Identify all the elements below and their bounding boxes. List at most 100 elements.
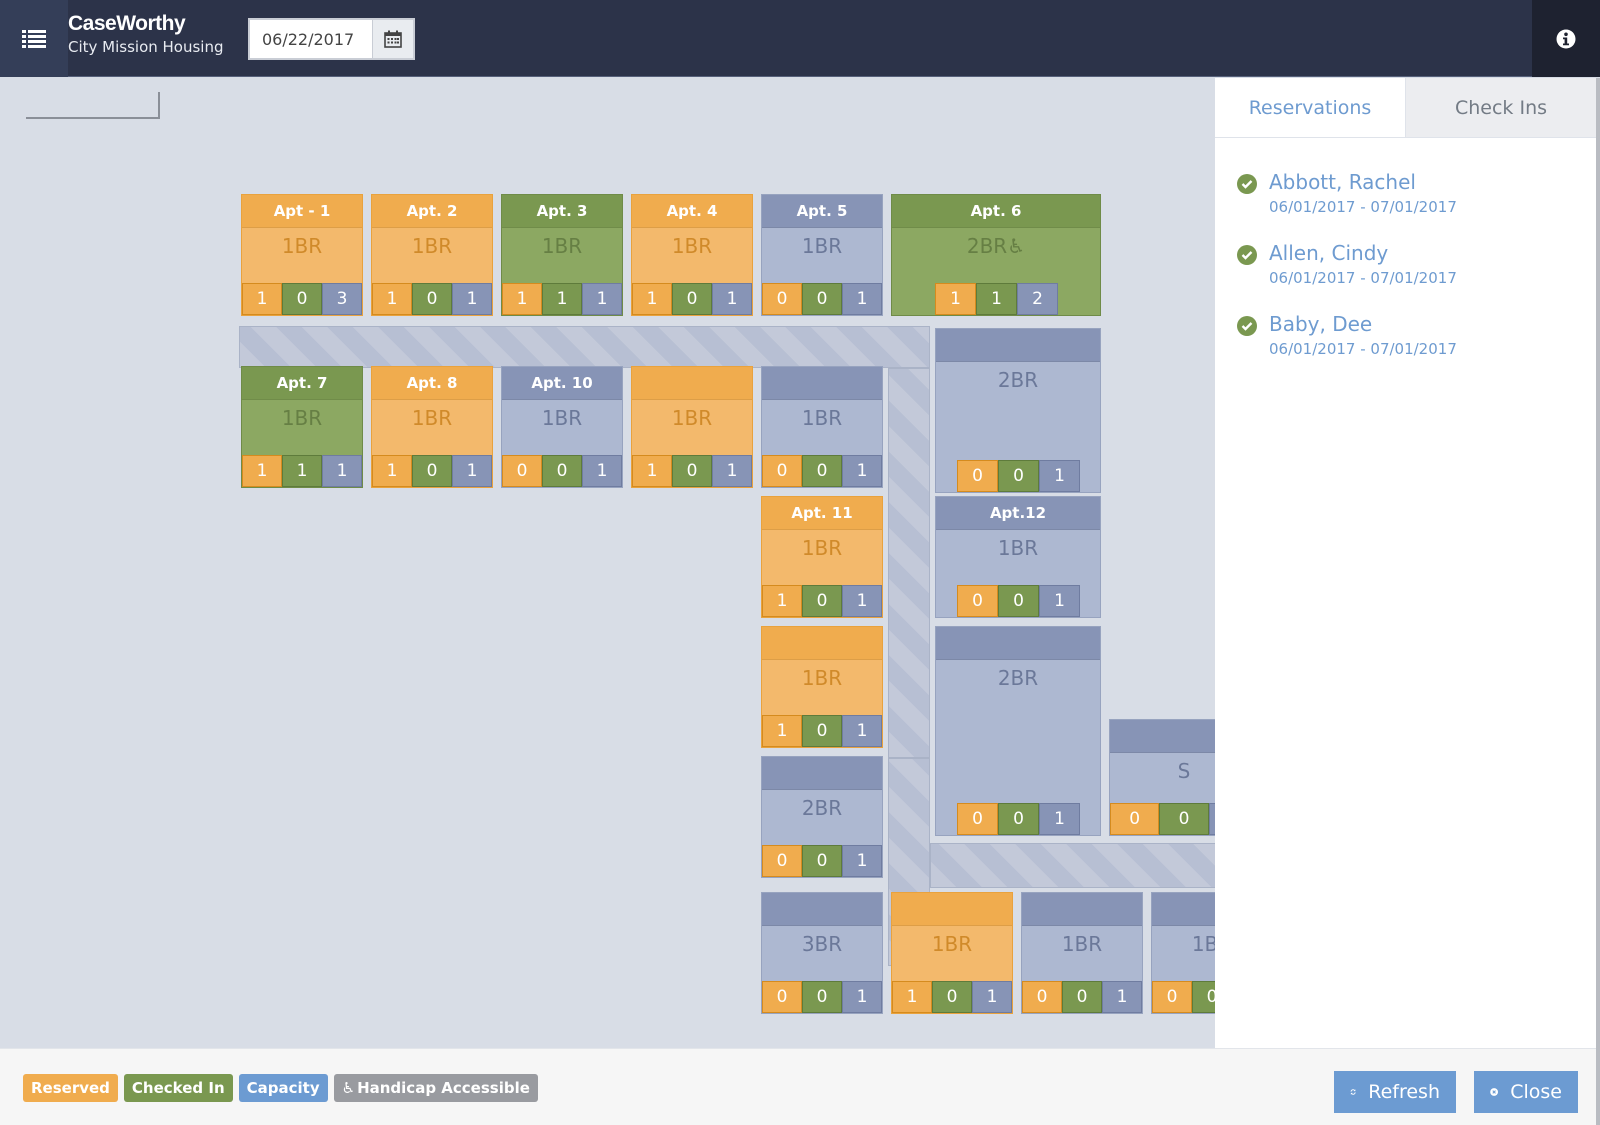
unit-type-label: 2BR [997,666,1039,690]
unit-counts: 101 [762,585,882,617]
refresh-button[interactable]: Refresh [1334,1071,1456,1113]
unit-type: 1BR [762,400,882,430]
unit-counts: 101 [762,715,882,747]
reserved-count: 1 [892,981,932,1013]
unit-counts: 111 [502,283,622,315]
capacity-count: 1 [842,981,882,1013]
unit-type-label: 1BR [801,406,843,430]
unit-card[interactable]: Apt. 8 1BR 1 0 1 [371,366,493,488]
capacity-count: 1 [582,283,622,315]
unit-label: Apt. 5 [762,195,882,228]
unit-counts: 112 [935,283,1058,315]
unit-card[interactable]: 2BR 0 0 1 [761,756,883,878]
checked-in-count: 1 [976,283,1017,315]
checked-in-count: 0 [282,283,322,315]
info-circle-icon [1556,29,1576,48]
unit-counts: 101 [372,455,492,487]
unit-type-label: 1BR [671,406,713,430]
checked-in-count: 0 [1062,981,1102,1013]
unit-type-label: 1BR [541,234,583,258]
unit-card[interactable]: Apt. 7 1BR 1 1 1 [241,366,363,488]
reservation-list: Abbott, Rachel 06/01/2017 - 07/01/2017 A… [1215,138,1596,360]
reserved-count: 0 [957,803,998,835]
unit-type: 1BR [762,660,882,690]
unit-label: Apt.12 [936,497,1100,530]
unit-type-label: 1BR [281,234,323,258]
capacity-count: 1 [712,455,752,487]
side-panel: Reservations Check Ins Abbott, Rachel 06… [1215,78,1596,1048]
unit-counts: 101 [632,455,752,487]
unit-counts: 101 [632,283,752,315]
legend-capacity: Capacity [238,1074,328,1102]
unit-card[interactable]: Apt. 10 1BR 0 0 1 [501,366,623,488]
check-circle-icon [1237,316,1257,336]
unit-card[interactable]: Apt. 3 1BR 1 1 1 [501,194,623,316]
checked-in-count: 1 [282,455,322,487]
unit-counts: 001 [762,455,882,487]
reservation-item[interactable]: Abbott, Rachel 06/01/2017 - 07/01/2017 [1237,168,1596,218]
reservation-item[interactable]: Baby, Dee 06/01/2017 - 07/01/2017 [1237,310,1596,360]
brand-title: CaseWorthy [68,12,186,35]
unit-type-label: 1BR [801,536,843,560]
scrollbar-edge[interactable] [1596,78,1600,1125]
unit-card[interactable]: Apt. 2 1BR 1 0 1 [371,194,493,316]
unit-card[interactable]: 1BR001 [1021,892,1143,1014]
unit-card[interactable]: 1BR001 [1151,892,1215,1014]
reservation-name: Abbott, Rachel [1269,170,1416,194]
unit-type: 1BR [502,400,622,430]
unit-card[interactable]: 2BR 0 0 1 [935,626,1101,836]
unit-label [936,329,1100,362]
unit-type-label: 2BR [801,796,843,820]
unit-counts: 001 [762,981,882,1013]
unit-type: 1BR [632,400,752,430]
close-button[interactable]: Close [1474,1071,1578,1113]
unit-counts: 001 [957,460,1080,492]
unit-label: Apt. 3 [502,195,622,228]
unit-card[interactable]: Apt - 1 1BR 1 0 3 [241,194,363,316]
date-input[interactable] [250,20,372,58]
info-button[interactable] [1532,0,1600,77]
unit-card[interactable]: Apt.12 1BR 0 0 1 [935,496,1101,618]
legend: Reserved Checked In Capacity ♿ Handicap … [23,1074,538,1102]
unit-type-label: 1BR [281,406,323,430]
capacity-count: 1 [1102,981,1142,1013]
capacity-count: 3 [322,283,362,315]
unit-type-label: 1BR [997,536,1039,560]
capacity-count: 1 [452,283,492,315]
menu-button[interactable] [0,0,68,77]
reservation-item[interactable]: Allen, Cindy 06/01/2017 - 07/01/2017 [1237,239,1596,289]
tab-reservations[interactable]: Reservations [1215,78,1405,137]
unit-type-label: 1BR [411,234,453,258]
checked-in-count: 0 [1159,803,1209,835]
unit-card[interactable]: 1BR 1 0 1 [891,892,1013,1014]
reserved-count: 1 [762,585,802,617]
unit-counts: 001 [1110,803,1215,835]
footer: Reserved Checked In Capacity ♿ Handicap … [0,1048,1596,1125]
unit-card[interactable]: 1BR 1 0 1 [631,366,753,488]
checked-in-count: 0 [932,981,972,1013]
unit-card[interactable]: S 001 [1109,719,1215,836]
unit-type: 1BR [502,228,622,258]
unit-card[interactable]: 1BR 001 [761,366,883,488]
unit-label [936,627,1100,660]
unit-card[interactable]: Apt. 4 1BR 1 0 1 [631,194,753,316]
capacity-count: 1 [1039,803,1080,835]
wheelchair-icon: ♿ [341,1079,356,1097]
reserved-count: 0 [762,845,802,877]
unit-card[interactable]: 2BR 0 0 1 [935,328,1101,493]
unit-card[interactable]: Apt. 5 1BR 0 0 1 [761,194,883,316]
tab-check-ins[interactable]: Check Ins [1405,78,1596,137]
unit-type-label: 2BR [997,368,1039,392]
unit-card[interactable]: Apt. 6 2BR♿ 1 1 2 [891,194,1101,316]
capacity-count: 1 [842,585,882,617]
unit-card[interactable]: Apt. 11 1BR 1 0 1 [761,496,883,618]
calendar-button[interactable] [372,20,413,58]
refresh-label: Refresh [1368,1081,1440,1103]
checked-in-count: 0 [802,845,842,877]
list-icon [22,29,46,48]
unit-card[interactable]: 3BR 0 0 1 [761,892,883,1014]
unit-counts: 101 [892,981,1012,1013]
unit-card[interactable]: 1BR 1 0 1 [761,626,883,748]
reserved-count: 1 [242,283,282,315]
reservation-dates: 06/01/2017 - 07/01/2017 [1269,269,1457,287]
